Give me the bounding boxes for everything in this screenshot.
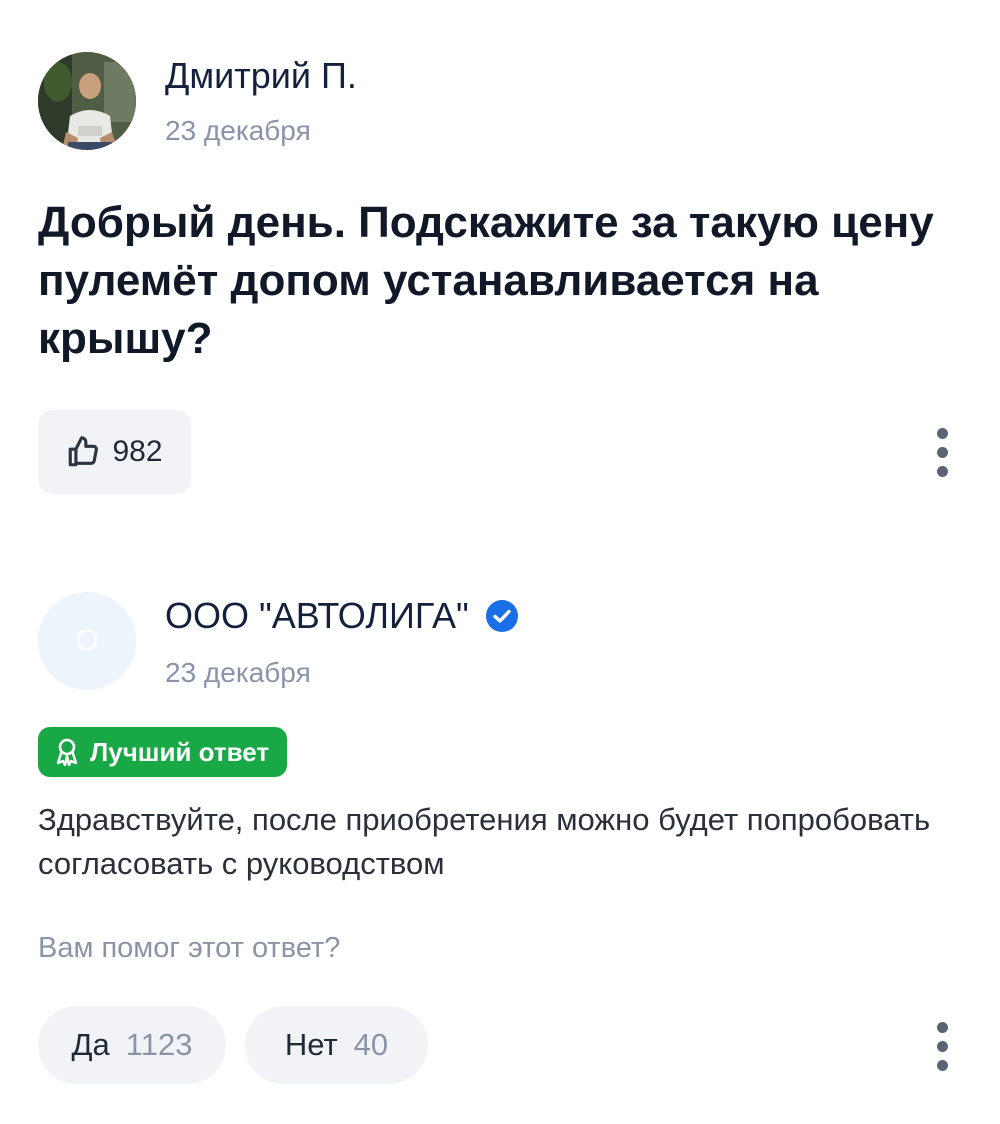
best-answer-label: Лучший ответ <box>90 736 270 767</box>
vote-no-count: 40 <box>353 1027 389 1062</box>
author-photo <box>38 52 136 150</box>
best-answer-badge: Лучший ответ <box>38 727 288 777</box>
like-count: 982 <box>112 435 163 468</box>
vote-yes-label: Да <box>71 1027 110 1062</box>
vote-no-label: Нет <box>284 1027 338 1062</box>
award-icon <box>56 738 78 766</box>
answer-date: 23 декабря <box>165 657 311 688</box>
helpful-question: Вам помог этот ответ? <box>38 932 341 964</box>
vote-no-button[interactable]: Нет 40 <box>245 1006 428 1084</box>
question-more-button[interactable] <box>932 428 952 477</box>
company-name[interactable]: ООО "АВТОЛИГА" <box>165 596 469 636</box>
author-avatar[interactable] <box>38 52 136 150</box>
thumbs-up-icon <box>69 436 99 467</box>
more-vertical-icon <box>936 428 948 439</box>
question-text: Добрый день. Подскажите за такую цену пу… <box>38 198 934 363</box>
more-vertical-icon <box>936 1022 948 1033</box>
question-date: 23 декабря <box>165 115 311 146</box>
more-vertical-icon-dot <box>936 1060 948 1071</box>
vote-yes-button[interactable]: Да 1123 <box>38 1006 226 1084</box>
company-avatar[interactable]: О <box>38 592 136 690</box>
answer-text: Здравствуйте, после приобретения можно б… <box>38 802 931 881</box>
more-vertical-icon-dot <box>936 1041 948 1052</box>
vote-yes-count: 1123 <box>125 1027 193 1062</box>
like-button[interactable]: 982 <box>38 410 191 494</box>
company-avatar-letter: О <box>75 624 99 657</box>
author-name[interactable]: Дмитрий П. <box>165 56 357 96</box>
company-header: ООО "АВТОЛИГА" <box>165 596 519 636</box>
more-vertical-icon-dot <box>936 447 948 458</box>
verified-check-icon <box>485 599 518 632</box>
more-vertical-icon-dot <box>936 466 948 477</box>
answer-more-button[interactable] <box>932 1022 952 1071</box>
